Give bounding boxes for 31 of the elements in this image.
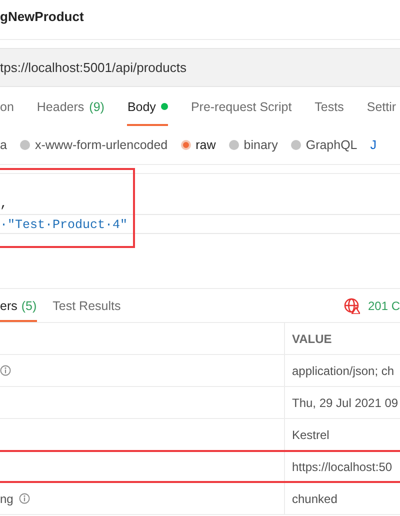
table-cell: application/json; ch bbox=[292, 364, 394, 378]
language-dropdown[interactable]: J bbox=[370, 138, 377, 152]
request-tab[interactable]: Headers (9) bbox=[36, 87, 104, 126]
status-code: 201 C bbox=[368, 298, 400, 312]
response-tab[interactable]: Test Results bbox=[52, 289, 121, 322]
radio-button[interactable] bbox=[290, 140, 301, 150]
request-tab[interactable]: Settir bbox=[366, 87, 396, 126]
request-title: gNewProduct bbox=[0, 9, 84, 25]
table-cell: Kestrel bbox=[292, 428, 330, 442]
table-cell: https://localhost:50 bbox=[292, 460, 392, 474]
body-type-option[interactable]: GraphQL bbox=[290, 138, 358, 152]
body-type-option[interactable]: a bbox=[0, 138, 7, 152]
radio-button[interactable] bbox=[180, 140, 191, 150]
body-type-option[interactable]: raw bbox=[180, 138, 216, 152]
table-cell: Thu, 29 Jul 2021 09 bbox=[292, 396, 398, 410]
request-tab[interactable]: Tests bbox=[314, 87, 344, 126]
body-type-option[interactable]: x-www-form-urlencoded bbox=[20, 138, 168, 152]
response-tab[interactable]: ers (5) bbox=[0, 289, 37, 322]
code-line: , bbox=[0, 196, 9, 213]
request-tab[interactable]: Pre-request Script bbox=[190, 87, 292, 126]
table-cell: ng bbox=[0, 492, 14, 506]
column-header: VALUE bbox=[292, 332, 332, 346]
radio-button[interactable] bbox=[20, 140, 30, 150]
url-field[interactable]: tps://localhost:5001/api/products bbox=[0, 48, 400, 87]
body-editor[interactable]: , ·"Test·Product·4" bbox=[0, 173, 400, 254]
globe-warning-icon[interactable] bbox=[344, 298, 360, 314]
request-tab[interactable]: on bbox=[0, 87, 14, 126]
table-cell: chunked bbox=[292, 492, 338, 506]
request-tab[interactable]: Body bbox=[127, 87, 168, 126]
radio-button[interactable] bbox=[228, 140, 239, 150]
body-type-option[interactable]: binary bbox=[228, 138, 278, 152]
